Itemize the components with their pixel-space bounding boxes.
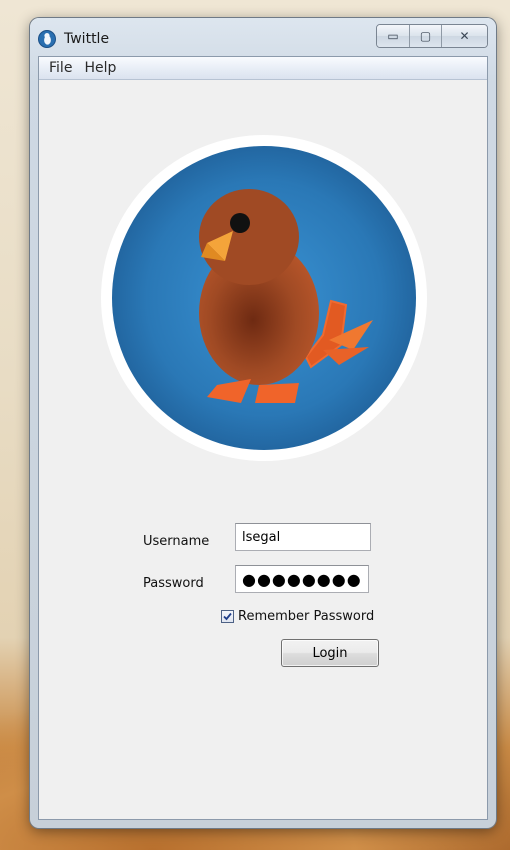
client-area: File Help Username lsegal Password ●●●●●… xyxy=(38,56,488,820)
minimize-button[interactable]: ▭ xyxy=(377,25,409,47)
maximize-icon: ▢ xyxy=(419,29,432,43)
twittle-bird-logo xyxy=(101,135,427,461)
menu-help[interactable]: Help xyxy=(80,60,122,76)
remember-password-label: Remember Password xyxy=(238,609,375,624)
username-input[interactable] xyxy=(235,523,371,551)
caption-buttons: ▭ ▢ ✕ xyxy=(376,24,488,48)
window-title: Twittle xyxy=(64,31,110,47)
title-bar[interactable]: Twittle ▭ ▢ ✕ xyxy=(30,18,496,56)
login-button[interactable]: Login xyxy=(281,639,379,667)
menu-file[interactable]: File xyxy=(45,60,78,76)
remember-password-option[interactable]: Remember Password xyxy=(221,609,374,624)
app-window: Twittle ▭ ▢ ✕ File Help Username lsegal … xyxy=(30,18,496,828)
maximize-button[interactable]: ▢ xyxy=(409,25,441,47)
close-button[interactable]: ✕ xyxy=(441,25,487,47)
twittle-app-icon xyxy=(38,30,56,48)
minimize-icon: ▭ xyxy=(387,29,399,43)
password-input[interactable] xyxy=(235,565,369,593)
menu-bar: File Help xyxy=(39,57,487,80)
password-label: Password xyxy=(143,576,204,591)
remember-password-checkbox[interactable] xyxy=(221,610,234,623)
username-label: Username xyxy=(143,534,210,549)
close-icon: ✕ xyxy=(459,29,470,43)
checkmark-icon xyxy=(223,612,232,621)
